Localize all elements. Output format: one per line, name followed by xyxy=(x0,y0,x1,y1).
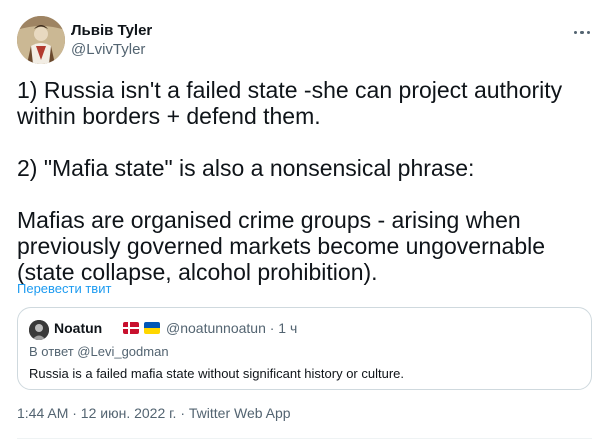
author-avatar[interactable] xyxy=(17,16,65,64)
tweet-card: Львів Tyler @LvivTyler 1) Russia isn't a… xyxy=(0,0,609,448)
tweet-source[interactable]: Twitter Web App xyxy=(189,405,291,421)
author-handle[interactable]: @LvivTyler xyxy=(71,41,145,58)
tweet-paragraph: Mafias are organised crime groups - aris… xyxy=(17,207,546,285)
tweet-metadata: 1:44 AM · 12 июн. 2022 г. · Twitter Web … xyxy=(17,405,291,421)
quoted-tweet[interactable]: Noatun @noatunnoatun · 1 ч В ответ @Levi… xyxy=(17,307,592,390)
tweet-text: 1) Russia isn't a failed state -she can … xyxy=(17,77,597,285)
flag-denmark-icon xyxy=(123,322,139,334)
quoted-author-handle: @noatunnoatun · 1 ч xyxy=(166,320,298,336)
more-options-button[interactable] xyxy=(567,18,597,42)
divider xyxy=(17,438,592,439)
translate-tweet-link[interactable]: Перевести твит xyxy=(17,281,111,296)
quoted-author-name: Noatun xyxy=(54,320,103,336)
author-name[interactable]: Львів Tyler xyxy=(71,22,152,39)
separator: · xyxy=(180,405,189,421)
reply-context: В ответ @Levi_godman xyxy=(29,344,169,359)
tweet-timestamp[interactable]: 1:44 AM · 12 июн. 2022 г. xyxy=(17,405,176,421)
more-horizontal-icon xyxy=(572,21,592,39)
quoted-tweet-text: Russia is a failed mafia state without s… xyxy=(29,366,405,381)
tweet-paragraph: 1) Russia isn't a failed state -she can … xyxy=(17,77,563,129)
flag-ukraine-icon xyxy=(144,322,160,334)
tweet-paragraph: 2) "Mafia state" is also a nonsensical p… xyxy=(17,155,475,181)
quoted-author-avatar xyxy=(29,320,49,340)
